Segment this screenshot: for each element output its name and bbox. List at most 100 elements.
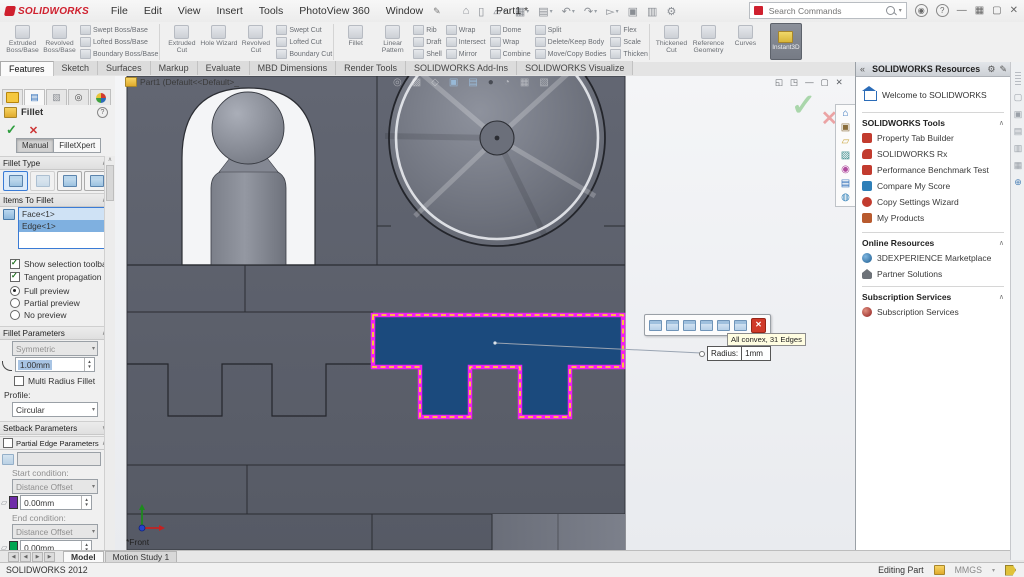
callout-handle-icon[interactable]: [699, 351, 705, 357]
selection-toolbar-close-icon[interactable]: ✕: [751, 318, 766, 333]
ribbon-button-small[interactable]: Rib: [413, 25, 442, 35]
display-style-icon[interactable]: ●: [488, 77, 494, 88]
view-palette-edge-icon[interactable]: ▤: [1014, 126, 1023, 137]
partial-edge-parameters-section-header[interactable]: Partial Edge Parameters ∧: [0, 436, 110, 450]
selection-option-5-icon[interactable]: [717, 320, 730, 331]
file-properties-icon[interactable]: ▥: [647, 5, 657, 18]
custom-properties-edge-icon[interactable]: ▦: [1014, 160, 1023, 171]
fillet-parameters-section-header[interactable]: Fillet Parameters∧: [0, 326, 110, 340]
graphics-viewport[interactable]: Part1 (Default<<Default>_ ◎ ▩ ◇ ▣ ▤ ● ◔ …: [115, 76, 855, 550]
selection-option-2-icon[interactable]: [666, 320, 679, 331]
ribbon-button[interactable]: Hole Wizard: [200, 23, 237, 61]
partial-edge-field[interactable]: [17, 452, 101, 466]
menu-item[interactable]: Insert: [208, 5, 250, 17]
help-icon[interactable]: ?: [97, 107, 108, 118]
search-commands-box[interactable]: ▾: [749, 2, 907, 19]
selection-option-3-icon[interactable]: [683, 320, 696, 331]
command-tab[interactable]: Features: [0, 61, 54, 76]
configurationmanager-tab[interactable]: ▧: [46, 89, 67, 105]
zoom-to-fit-icon[interactable]: ◎: [393, 77, 402, 88]
checkbox-icon[interactable]: [10, 272, 20, 282]
multi-radius-checkbox[interactable]: Multi Radius Fillet: [14, 376, 95, 386]
rebuild-icon[interactable]: ▣: [628, 5, 638, 18]
resource-link[interactable]: Performance Benchmark Test: [862, 162, 1008, 178]
ribbon-button[interactable]: Extruded Boss/Base: [4, 23, 41, 61]
command-tab[interactable]: Markup: [151, 61, 198, 75]
apply-scene-icon[interactable]: ▧: [539, 77, 548, 88]
fillet-type-constant-button[interactable]: [3, 171, 28, 191]
cascade-window-icon[interactable]: ◳: [790, 77, 798, 88]
menu-item[interactable]: Edit: [136, 5, 170, 17]
doc-minimize-icon[interactable]: —: [805, 77, 814, 88]
custom-properties-tab-icon[interactable]: ▤: [841, 178, 850, 189]
panel-scrollbar[interactable]: ∧: [104, 156, 115, 550]
dimxpertmanager-tab[interactable]: ◎: [68, 89, 89, 105]
new-document-icon[interactable]: ▯: [478, 5, 484, 18]
next-tab-icon[interactable]: ▶: [32, 552, 43, 562]
search-icon[interactable]: [886, 6, 895, 15]
ribbon-button[interactable]: Revolved Boss/Base: [41, 23, 78, 61]
ribbon-button[interactable]: Revolved Cut: [237, 23, 274, 61]
selection-item-face[interactable]: Face<1>: [19, 208, 105, 220]
resource-link[interactable]: Partner Solutions: [862, 266, 1008, 282]
selection-item-edge[interactable]: Edge<1>: [19, 220, 105, 232]
model-canvas[interactable]: [115, 76, 855, 550]
manual-mode-button[interactable]: Manual: [16, 138, 54, 153]
cancel-x-icon[interactable]: ✕: [29, 124, 38, 137]
doc-close-icon[interactable]: ✕: [836, 77, 843, 88]
resource-link[interactable]: Property Tab Builder: [862, 130, 1008, 146]
open-document-icon[interactable]: ▱▾: [493, 5, 505, 18]
ribbon-button-small[interactable]: Delete/Keep Body: [535, 37, 607, 47]
ribbon-button[interactable]: Extruded Cut: [163, 23, 200, 61]
tangent-propagation-checkbox[interactable]: Tangent propagation: [10, 272, 102, 282]
units-dropdown-icon[interactable]: ▾: [992, 567, 995, 574]
ribbon-button-small[interactable]: Wrap: [490, 37, 531, 47]
last-tab-icon[interactable]: ▶: [44, 552, 55, 562]
ribbon-button-small[interactable]: Swept Boss/Base: [80, 25, 158, 35]
start-condition-dropdown[interactable]: Distance Offset▾: [12, 479, 98, 494]
radius-input[interactable]: 1.00mm ▲▼: [15, 357, 95, 372]
ribbon-button[interactable]: Fillet: [337, 23, 374, 61]
search-scope-dropdown-icon[interactable]: ▾: [899, 7, 902, 14]
resource-link[interactable]: Copy Settings Wizard: [862, 194, 1008, 210]
menu-item[interactable]: File: [103, 5, 136, 17]
search-input[interactable]: [767, 5, 882, 17]
tools-section-header[interactable]: SOLIDWORKS Tools∧: [862, 118, 1004, 128]
command-tab[interactable]: SOLIDWORKS Add-Ins: [406, 61, 517, 75]
minimize-button[interactable]: —: [957, 5, 967, 16]
checkbox-icon[interactable]: [14, 376, 24, 386]
view-orientation-icon[interactable]: ▤: [468, 77, 477, 88]
resource-link[interactable]: Compare My Score: [862, 178, 1008, 194]
close-button[interactable]: ✕: [1010, 5, 1018, 16]
pane-pin-icon[interactable]: ✎: [999, 64, 1007, 75]
ribbon-button-small[interactable]: Move/Copy Bodies: [535, 49, 607, 59]
confirmation-corner-ok-icon[interactable]: ✓: [791, 88, 816, 123]
fillet-type-face-button[interactable]: [57, 171, 82, 191]
command-tab[interactable]: Evaluate: [198, 61, 250, 75]
subscription-section-header[interactable]: Subscription Services∧: [862, 292, 1004, 302]
ribbon-button-small[interactable]: Dome: [490, 25, 531, 35]
solidworks-resources-tab-icon[interactable]: ⌂: [842, 108, 848, 119]
checkbox-icon[interactable]: [10, 259, 20, 269]
resource-link[interactable]: My Products: [862, 210, 1008, 226]
units-label[interactable]: MMGS: [955, 565, 982, 575]
ribbon-button[interactable]: Linear Pattern: [374, 23, 411, 61]
doc-restore-icon[interactable]: ▢: [821, 77, 829, 88]
propertymanager-tab[interactable]: ▤: [24, 89, 45, 105]
fillet-type-variable-button[interactable]: [30, 171, 55, 191]
drag-grip-icon[interactable]: [1015, 72, 1021, 86]
resource-link[interactable]: 3DEXPERIENCE Marketplace: [862, 250, 1008, 266]
viewport-layout-button[interactable]: ▦: [975, 5, 984, 16]
save-icon[interactable]: ▦▾: [515, 5, 529, 18]
options-gear-icon[interactable]: ⚙: [666, 5, 676, 18]
full-preview-radio[interactable]: Full preview: [10, 286, 69, 296]
start-offset-input[interactable]: 0.00mm ▲▼: [20, 495, 92, 510]
selection-listbox[interactable]: Face<1> Edge<1>: [18, 207, 106, 249]
design-library-edge-icon[interactable]: ▢: [1014, 92, 1023, 103]
ribbon-button-small[interactable]: Lofted Cut: [276, 37, 332, 47]
profile-dropdown[interactable]: Circular▾: [12, 402, 98, 417]
hide-show-items-icon[interactable]: ◔: [504, 77, 510, 88]
ribbon-button-small[interactable]: Split: [535, 25, 607, 35]
resource-link[interactable]: SOLIDWORKS Rx: [862, 146, 1008, 162]
undo-icon[interactable]: ↶▾: [562, 5, 575, 18]
